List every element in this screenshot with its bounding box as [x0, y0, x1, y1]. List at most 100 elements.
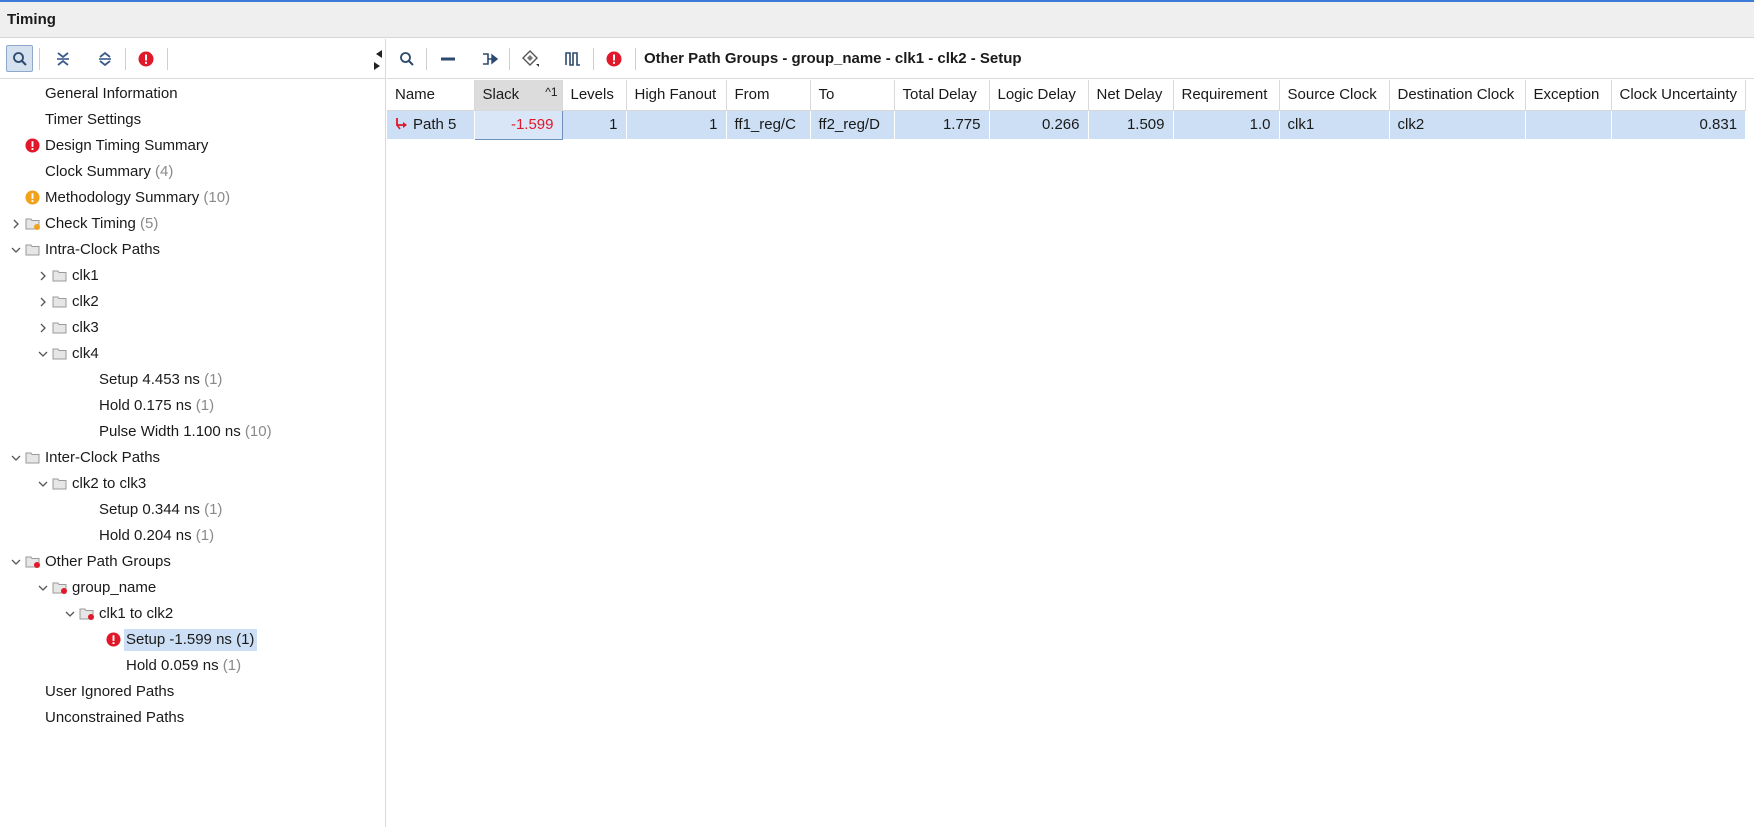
tree-item-methodology-summary[interactable]: Methodology Summary (10) — [0, 185, 386, 211]
cell-high-fanout[interactable]: 1 — [626, 110, 727, 139]
tree-item-clk2-clk3-setup[interactable]: Setup 0.344 ns (1) — [0, 497, 386, 523]
tree-search-button[interactable] — [6, 45, 33, 72]
chevron-right-icon[interactable] — [37, 270, 49, 282]
error-icon — [106, 632, 121, 647]
chevron-down-icon[interactable] — [64, 608, 76, 620]
cell-name[interactable]: Path 5 — [387, 110, 475, 139]
search-icon — [12, 51, 27, 66]
search-icon — [399, 51, 414, 66]
cell-clock-uncertainty[interactable]: 0.831 — [1611, 110, 1747, 139]
toolbar-separator — [635, 48, 636, 70]
tree-item-clk4[interactable]: clk4 — [0, 341, 386, 367]
chevron-down-icon[interactable] — [37, 582, 49, 594]
cell-logic-delay[interactable]: 0.266 — [989, 110, 1089, 139]
expand-all-button[interactable] — [91, 45, 118, 72]
tree-item-label: Unconstrained Paths — [45, 709, 185, 726]
cell-slack[interactable]: -1.599 — [473, 109, 563, 140]
chevron-down-icon[interactable] — [10, 452, 22, 464]
cell-from[interactable]: ff1_reg/C — [726, 110, 811, 139]
tree-item-clk4-hold[interactable]: Hold 0.175 ns (1) — [0, 393, 386, 419]
column-header-exception[interactable]: Exception — [1525, 80, 1612, 111]
chevron-right-icon[interactable] — [37, 296, 49, 308]
path-group-title: Other Path Groups - group_name - clk1 - … — [644, 50, 1022, 67]
tree-item-clk1-clk2-setup[interactable]: Setup -1.599 ns (1) — [0, 627, 386, 653]
cell-total-delay[interactable]: 1.775 — [894, 110, 990, 139]
tree-item-label: Hold 0.175 ns (1) — [99, 397, 215, 414]
folder-error-icon — [79, 608, 94, 620]
column-header-from[interactable]: From — [726, 80, 811, 111]
cell-destination-clock[interactable]: clk2 — [1389, 110, 1526, 139]
table-toolbar: Other Path Groups - group_name - clk1 - … — [387, 39, 1754, 79]
column-header-high-fanout[interactable]: High Fanout — [626, 80, 727, 111]
cell-levels[interactable]: 1 — [562, 110, 627, 139]
column-header-name[interactable]: Name — [387, 80, 475, 111]
column-header-net-delay[interactable]: Net Delay — [1088, 80, 1174, 111]
chevron-down-icon[interactable] — [37, 348, 49, 360]
tree-item-unconstrained-paths[interactable]: Unconstrained Paths — [0, 705, 386, 731]
error-icon — [606, 51, 621, 66]
cell-to[interactable]: ff2_reg/D — [810, 110, 895, 139]
tree-item-label: clk2 — [72, 293, 99, 310]
tree-item-clk3[interactable]: clk3 — [0, 315, 386, 341]
tree-item-label: Intra-Clock Paths — [45, 241, 161, 258]
tree-item-label: Check Timing (5) — [45, 215, 159, 232]
schematic-button[interactable] — [476, 45, 503, 72]
highlight-button[interactable] — [517, 45, 544, 72]
tree-item-clock-summary[interactable]: Clock Summary (4) — [0, 159, 386, 185]
column-header-destination-clock[interactable]: Destination Clock — [1389, 80, 1526, 111]
error-icon — [138, 51, 153, 66]
column-header-logic-delay[interactable]: Logic Delay — [989, 80, 1089, 111]
show-errors-button[interactable] — [132, 45, 159, 72]
column-header-levels[interactable]: Levels — [562, 80, 627, 111]
cell-exception[interactable] — [1525, 110, 1612, 139]
chevron-down-icon[interactable] — [10, 556, 22, 568]
tree-toolbar — [0, 39, 386, 79]
tree-item-clk2[interactable]: clk2 — [0, 289, 386, 315]
table-header-row: Name Slack ^1 Levels High Fanout From To … — [387, 80, 1747, 111]
tree-item-clk4-pulse-width[interactable]: Pulse Width 1.100 ns (10) — [0, 419, 386, 445]
tree-item-timer-settings[interactable]: Timer Settings — [0, 107, 386, 133]
tree-item-clk1[interactable]: clk1 — [0, 263, 386, 289]
column-header-to[interactable]: To — [810, 80, 895, 111]
tree-item-clk2-clk3-hold[interactable]: Hold 0.204 ns (1) — [0, 523, 386, 549]
tree-item-check-timing[interactable]: Check Timing (5) — [0, 211, 386, 237]
tree-item-other-path-groups[interactable]: Other Path Groups — [0, 549, 386, 575]
pane-splitter-arrows-icon[interactable] — [372, 48, 384, 72]
folder-icon — [25, 244, 40, 256]
folder-error-icon — [25, 556, 40, 568]
cell-net-delay[interactable]: 1.509 — [1088, 110, 1174, 139]
tree-item-intra-clock-paths[interactable]: Intra-Clock Paths — [0, 237, 386, 263]
column-header-requirement[interactable]: Requirement — [1173, 80, 1280, 111]
show-errors-button[interactable] — [600, 45, 627, 72]
chevron-down-icon[interactable] — [10, 244, 22, 256]
collapse-all-button[interactable] — [49, 45, 76, 72]
folder-icon — [52, 270, 67, 282]
folder-icon — [25, 452, 40, 464]
chevron-down-icon[interactable] — [37, 478, 49, 490]
cell-requirement[interactable]: 1.0 — [1173, 110, 1280, 139]
collapse-button[interactable] — [434, 45, 461, 72]
table-search-button[interactable] — [393, 45, 420, 72]
tree-item-clk4-setup[interactable]: Setup 4.453 ns (1) — [0, 367, 386, 393]
column-header-slack[interactable]: Slack ^1 — [474, 80, 563, 111]
chevron-right-icon[interactable] — [37, 322, 49, 334]
chevron-right-icon[interactable] — [10, 218, 22, 230]
tree-item-general-information[interactable]: General Information — [0, 81, 386, 107]
tree-item-label: group_name — [72, 579, 157, 596]
toolbar-separator — [426, 48, 427, 70]
tree-item-clk1-clk2-hold[interactable]: Hold 0.059 ns (1) — [0, 653, 386, 679]
tree-item-label: Timer Settings — [45, 111, 142, 128]
column-header-source-clock[interactable]: Source Clock — [1279, 80, 1390, 111]
tree-item-clk1-to-clk2[interactable]: clk1 to clk2 — [0, 601, 386, 627]
tree-item-clk2-to-clk3[interactable]: clk2 to clk3 — [0, 471, 386, 497]
waveform-button[interactable] — [559, 45, 586, 72]
tree-item-design-timing-summary[interactable]: Design Timing Summary — [0, 133, 386, 159]
table-row[interactable]: Path 5 -1.599 1 1 ff1_reg/C ff2_reg/D 1.… — [387, 109, 1747, 140]
column-header-total-delay[interactable]: Total Delay — [894, 80, 990, 111]
cell-source-clock[interactable]: clk1 — [1279, 110, 1390, 139]
tree-item-group-name[interactable]: group_name — [0, 575, 386, 601]
tree-item-inter-clock-paths[interactable]: Inter-Clock Paths — [0, 445, 386, 471]
tree-item-user-ignored-paths[interactable]: User Ignored Paths — [0, 679, 386, 705]
column-header-clock-uncertainty[interactable]: Clock Uncertainty — [1611, 80, 1747, 111]
column-header-label: Slack — [482, 86, 520, 104]
